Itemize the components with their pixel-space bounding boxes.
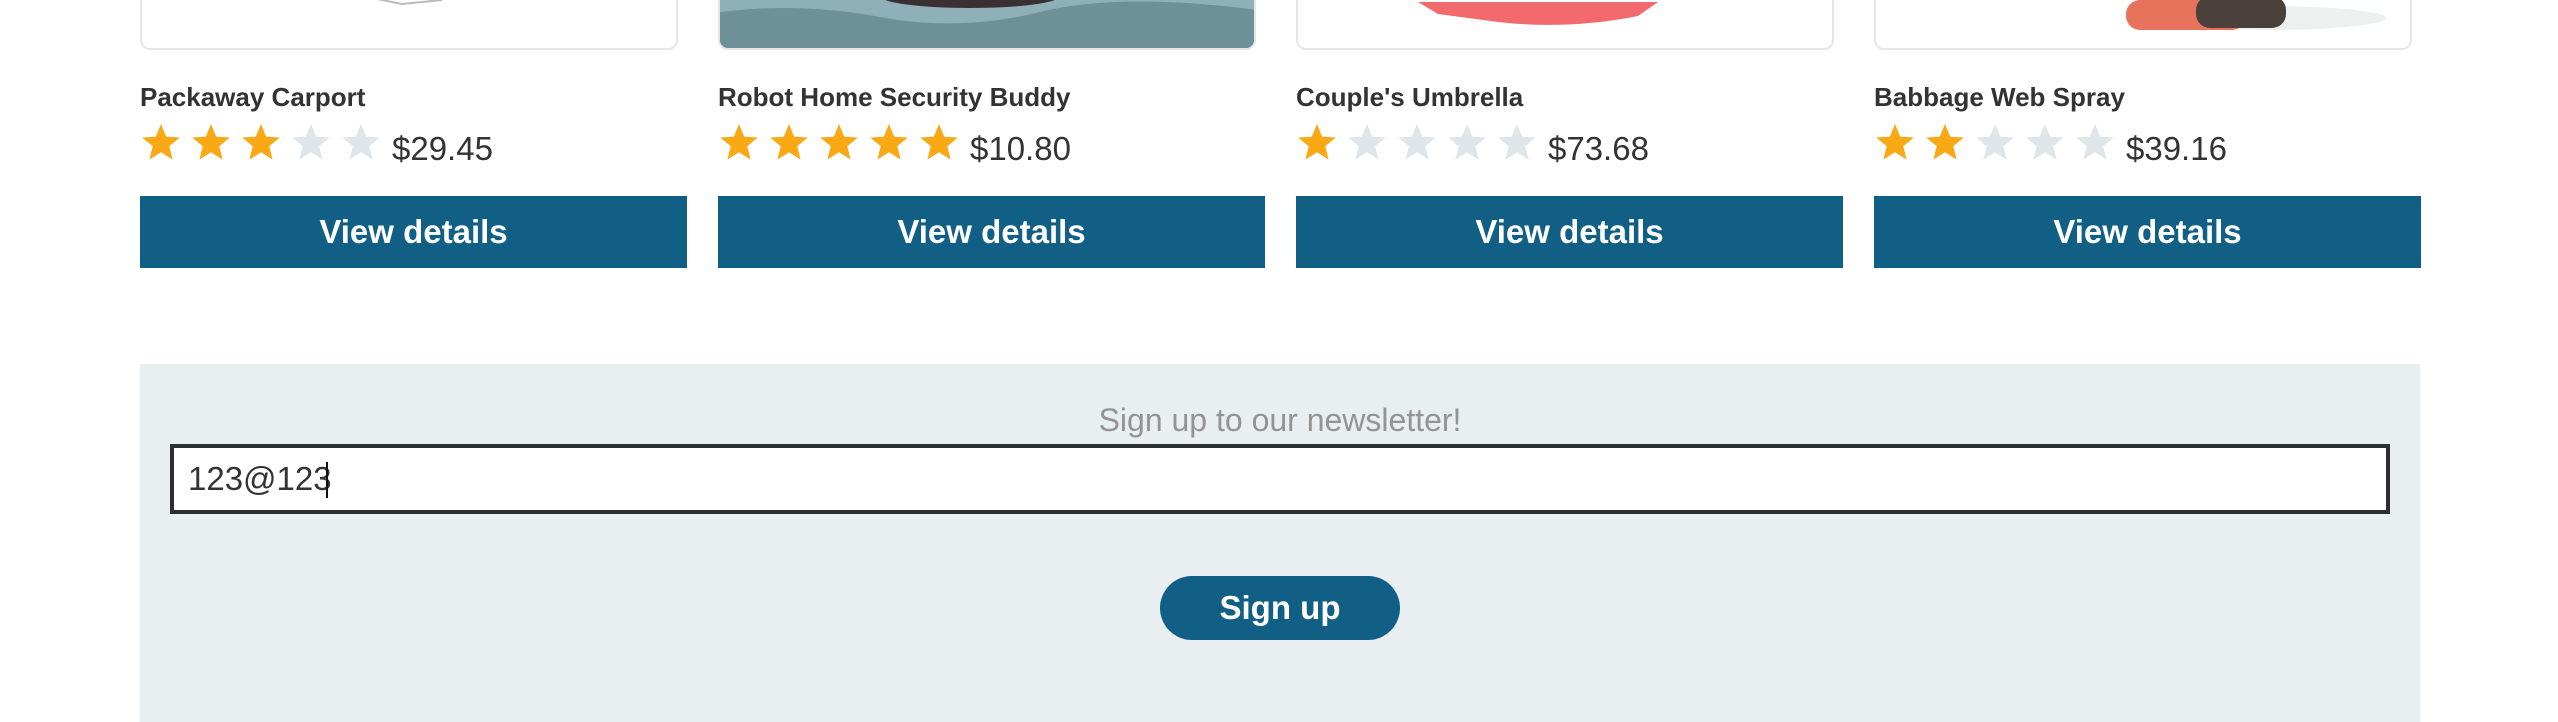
sign-up-button[interactable]: Sign up	[1160, 576, 1400, 640]
spray-can-image-icon	[2126, 0, 2386, 30]
star-empty-icon	[1348, 124, 1386, 160]
star-filled-icon	[142, 124, 180, 160]
star-filled-icon	[870, 124, 908, 160]
product-thumbnail[interactable]	[718, 0, 1256, 50]
product-price: $29.45	[392, 130, 493, 167]
star-filled-icon	[1298, 124, 1336, 160]
product-thumbnail[interactable]	[1296, 0, 1834, 50]
star-empty-icon	[1976, 124, 2014, 160]
newsletter-email-input[interactable]	[170, 444, 2390, 514]
star-empty-icon	[1398, 124, 1436, 160]
newsletter-section: Sign up to our newsletter! Sign up	[140, 364, 2420, 722]
product-thumbnail[interactable]	[140, 0, 678, 50]
view-details-button[interactable]: View details	[718, 196, 1265, 268]
product-rating: $10.80	[718, 118, 1071, 168]
star-empty-icon	[342, 124, 380, 160]
product-name[interactable]: Couple's Umbrella	[1296, 82, 1523, 113]
star-empty-icon	[2026, 124, 2064, 160]
star-filled-icon	[192, 124, 230, 160]
product-price: $39.16	[2126, 130, 2227, 167]
star-empty-icon	[1448, 124, 1486, 160]
robot-image-icon	[720, 0, 1254, 48]
star-empty-icon	[1498, 124, 1536, 160]
star-filled-icon	[820, 124, 858, 160]
product-grid: Packaway Carport $29.45 View details Rob…	[140, 0, 2421, 270]
view-details-button[interactable]: View details	[1874, 196, 2421, 268]
product-name[interactable]: Packaway Carport	[140, 82, 365, 113]
umbrella-image-icon	[1418, 2, 1658, 25]
product-name[interactable]: Robot Home Security Buddy	[718, 82, 1070, 113]
carport-image-icon	[376, 0, 443, 6]
product-price: $10.80	[970, 130, 1071, 167]
product-rating: $73.68	[1296, 118, 1649, 168]
view-details-button[interactable]: View details	[140, 196, 687, 268]
product-price: $73.68	[1548, 130, 1649, 167]
star-filled-icon	[242, 124, 280, 160]
view-details-button[interactable]: View details	[1296, 196, 1843, 268]
product-name[interactable]: Babbage Web Spray	[1874, 82, 2125, 113]
star-empty-icon	[292, 124, 330, 160]
star-empty-icon	[2076, 124, 2114, 160]
star-filled-icon	[1876, 124, 1914, 160]
product-rating: $39.16	[1874, 118, 2227, 168]
star-filled-icon	[770, 124, 808, 160]
star-filled-icon	[720, 124, 758, 160]
star-filled-icon	[920, 124, 958, 160]
text-caret	[326, 462, 328, 498]
star-filled-icon	[1926, 124, 1964, 160]
newsletter-title: Sign up to our newsletter!	[1098, 402, 1462, 438]
product-rating: $29.45	[140, 118, 493, 168]
product-thumbnail[interactable]	[1874, 0, 2412, 50]
